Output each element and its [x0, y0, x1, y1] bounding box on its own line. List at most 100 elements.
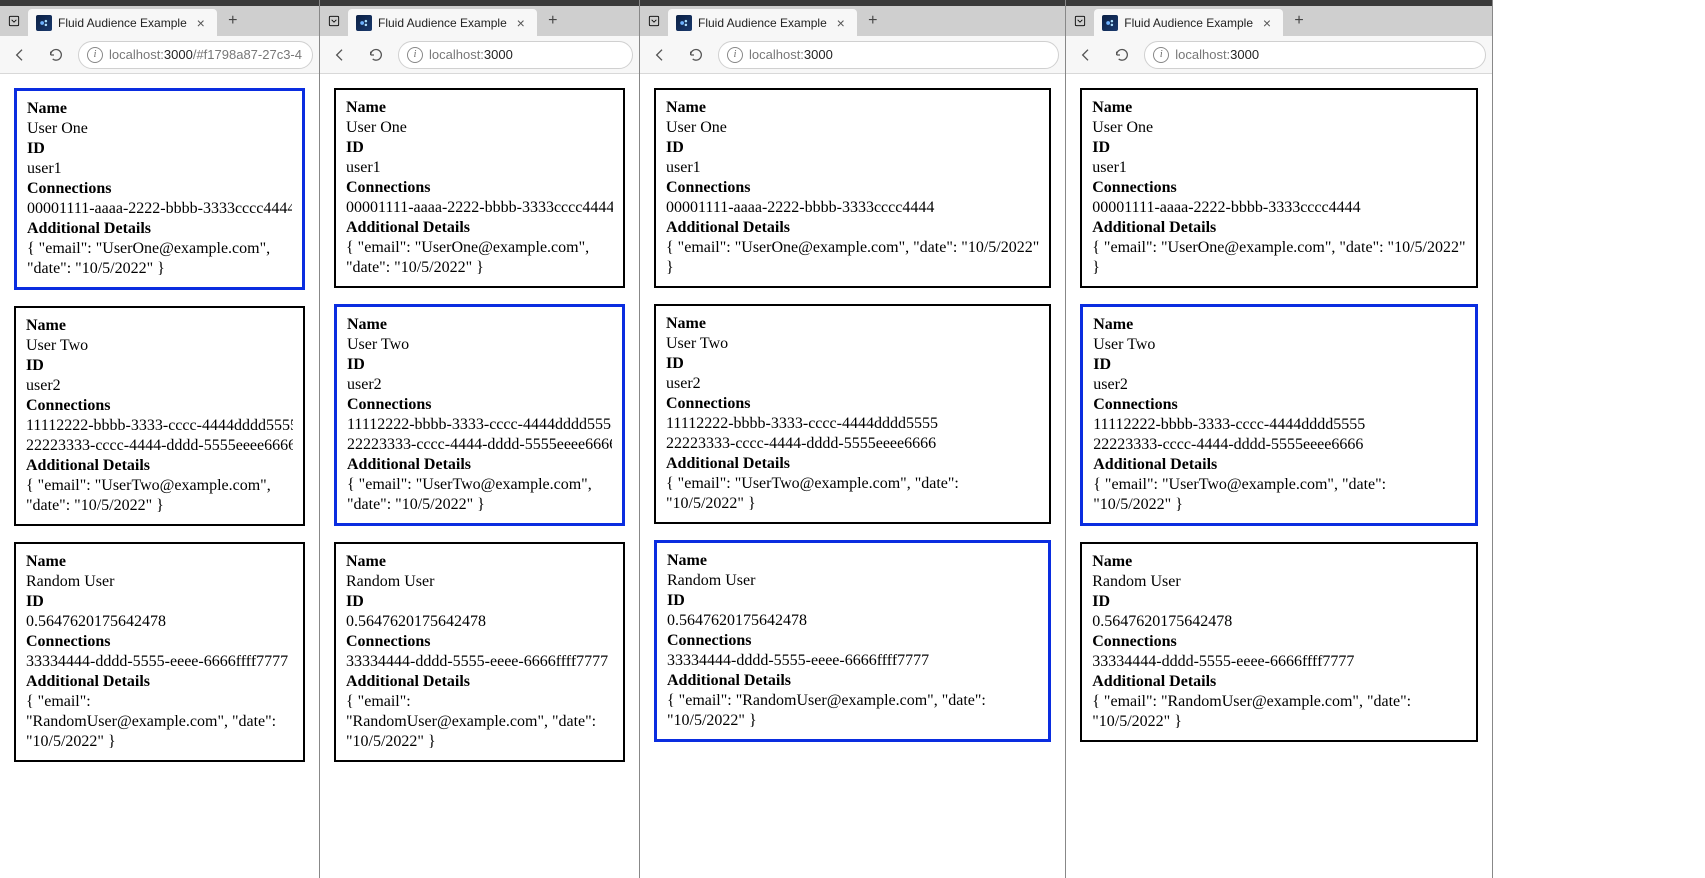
field-value: { "email": "RandomUser@example.com", "da… — [667, 691, 1038, 731]
field-value: user2 — [26, 376, 293, 396]
user-card[interactable]: NameRandom UserID0.5647620175642478Conne… — [654, 540, 1051, 742]
field-label: Connections — [666, 178, 1039, 198]
field-value: 33334444-dddd-5555-eeee-6666ffff7777 — [346, 652, 613, 672]
field-label: Name — [27, 99, 292, 119]
user-card[interactable]: NameUser OneIDuser1Connections00001111-a… — [654, 88, 1051, 288]
tab-actions-button[interactable] — [4, 11, 24, 31]
refresh-button[interactable] — [682, 41, 710, 69]
site-info-icon[interactable]: i — [1153, 47, 1169, 63]
url-text: localhost:3000 — [749, 47, 833, 62]
toolbar: i localhost:3000 — [640, 36, 1065, 74]
field-label: Additional Details — [346, 218, 613, 238]
field-value: { "email": "RandomUser@example.com", "da… — [346, 692, 613, 752]
address-bar[interactable]: i localhost:3000 — [398, 41, 633, 69]
field-label: Additional Details — [27, 219, 292, 239]
favicon-icon — [1102, 15, 1118, 31]
field-label: Additional Details — [347, 455, 612, 475]
back-button[interactable] — [646, 41, 674, 69]
tab-strip: Fluid Audience Example×+ — [320, 6, 639, 36]
new-tab-button[interactable]: + — [221, 9, 245, 33]
new-tab-button[interactable]: + — [861, 9, 885, 33]
url-text: localhost:3000 — [429, 47, 513, 62]
field-label: Additional Details — [1092, 218, 1465, 238]
favicon-icon — [356, 15, 372, 31]
field-value: { "email": "UserTwo@example.com", "date"… — [26, 476, 293, 516]
field-value: 0.5647620175642478 — [346, 612, 613, 632]
refresh-button[interactable] — [42, 41, 70, 69]
tab-strip: Fluid Audience Example×+ — [0, 6, 319, 36]
tab-strip: Fluid Audience Example×+ — [640, 6, 1065, 36]
back-button[interactable] — [326, 41, 354, 69]
field-label: Connections — [347, 395, 612, 415]
field-label: Additional Details — [666, 454, 1039, 474]
user-card[interactable]: NameRandom UserID0.5647620175642478Conne… — [14, 542, 305, 762]
field-label: Additional Details — [26, 672, 293, 692]
back-button[interactable] — [1072, 41, 1100, 69]
close-tab-button[interactable]: × — [193, 15, 209, 31]
back-button[interactable] — [6, 41, 34, 69]
close-tab-button[interactable]: × — [833, 15, 849, 31]
user-card[interactable]: NameRandom UserID0.5647620175642478Conne… — [334, 542, 625, 762]
field-label: ID — [667, 591, 1038, 611]
user-card[interactable]: NameUser OneIDuser1Connections00001111-a… — [14, 88, 305, 290]
field-value: 0.5647620175642478 — [667, 611, 1038, 631]
field-value: 00001111-aaaa-2222-bbbb-3333cccc4444 — [666, 198, 1039, 218]
user-card[interactable]: NameUser TwoIDuser2Connections11112222-b… — [1080, 304, 1477, 526]
tab-title: Fluid Audience Example — [1124, 16, 1253, 30]
tab-actions-button[interactable] — [1070, 11, 1090, 31]
field-label: Additional Details — [1092, 672, 1465, 692]
field-value: 22223333-cccc-4444-dddd-5555eeee6666 — [26, 436, 293, 456]
field-value: 00001111-aaaa-2222-bbbb-3333cccc4444 — [1092, 198, 1465, 218]
browser-tab[interactable]: Fluid Audience Example× — [348, 9, 537, 37]
field-value: User Two — [1093, 335, 1464, 355]
field-value: 0.5647620175642478 — [26, 612, 293, 632]
field-value: user2 — [666, 374, 1039, 394]
refresh-button[interactable] — [1108, 41, 1136, 69]
field-value: user1 — [666, 158, 1039, 178]
user-card[interactable]: NameUser TwoIDuser2Connections11112222-b… — [334, 304, 625, 526]
close-tab-button[interactable]: × — [1259, 15, 1275, 31]
field-value: 11112222-bbbb-3333-cccc-4444dddd5555 — [666, 414, 1039, 434]
field-label: ID — [346, 138, 613, 158]
user-card[interactable]: NameUser OneIDuser1Connections00001111-a… — [1080, 88, 1477, 288]
toolbar: ilocalhost:3000 — [1066, 36, 1491, 74]
site-info-icon[interactable]: i — [727, 47, 743, 63]
close-tab-button[interactable]: × — [513, 15, 529, 31]
user-card[interactable]: NameUser OneIDuser1Connections00001111-a… — [334, 88, 625, 288]
tab-actions-button[interactable] — [644, 11, 664, 31]
address-bar[interactable]: ilocalhost:3000/#f1798a87-27c3-4 — [78, 41, 313, 69]
new-tab-button[interactable]: + — [1287, 9, 1311, 33]
field-label: ID — [346, 592, 613, 612]
toolbar: i localhost:3000 — [320, 36, 639, 74]
field-value: user1 — [346, 158, 613, 178]
field-label: ID — [1092, 592, 1465, 612]
field-label: Connections — [27, 179, 292, 199]
field-label: ID — [347, 355, 612, 375]
refresh-button[interactable] — [362, 41, 390, 69]
address-bar[interactable]: ilocalhost:3000 — [1144, 41, 1485, 69]
page-content: NameUser OneIDuser1Connections00001111-a… — [1066, 74, 1491, 878]
browser-tab[interactable]: Fluid Audience Example× — [28, 9, 217, 37]
site-info-icon[interactable]: i — [87, 47, 103, 63]
field-value: { "email": "RandomUser@example.com", "da… — [26, 692, 293, 752]
field-label: Name — [667, 551, 1038, 571]
browser-tab[interactable]: Fluid Audience Example× — [668, 9, 857, 37]
field-label: Connections — [26, 396, 293, 416]
browser-tab[interactable]: Fluid Audience Example × — [1094, 9, 1283, 37]
site-info-icon[interactable]: i — [407, 47, 423, 63]
field-value: Random User — [1092, 572, 1465, 592]
new-tab-button[interactable]: + — [541, 9, 565, 33]
field-label: ID — [26, 356, 293, 376]
field-value: 22223333-cccc-4444-dddd-5555eeee6666 — [347, 435, 612, 455]
field-value: 0.5647620175642478 — [1092, 612, 1465, 632]
field-value: user1 — [27, 159, 292, 179]
field-value: 11112222-bbbb-3333-cccc-4444dddd5555 — [26, 416, 293, 436]
address-bar[interactable]: i localhost:3000 — [718, 41, 1059, 69]
tab-actions-button[interactable] — [324, 11, 344, 31]
user-card[interactable]: NameUser TwoIDuser2Connections11112222-b… — [654, 304, 1051, 524]
field-label: Additional Details — [667, 671, 1038, 691]
field-value: { "email": "RandomUser@example.com", "da… — [1092, 692, 1465, 732]
user-card[interactable]: NameUser TwoIDuser2Connections11112222-b… — [14, 306, 305, 526]
user-card[interactable]: NameRandom UserID0.5647620175642478Conne… — [1080, 542, 1477, 742]
field-label: ID — [666, 354, 1039, 374]
